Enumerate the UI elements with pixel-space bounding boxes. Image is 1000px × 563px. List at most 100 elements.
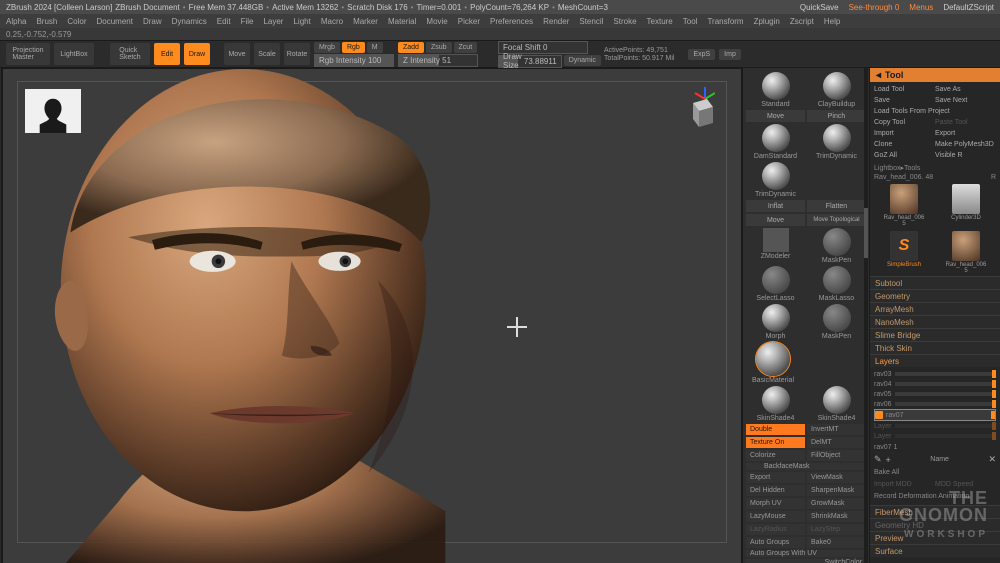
menu-item[interactable]: Texture [647,17,673,26]
section-nanomesh[interactable]: NanoMesh [870,315,1000,328]
tool-cylinder3d[interactable]: Cylinder3D [936,184,996,227]
loadproject-button[interactable]: Load Tools From Project [874,106,996,117]
sharpenmask-button[interactable]: SharpenMask [807,485,866,496]
mrgb-chip[interactable]: Mrgb [314,42,340,53]
material-basic[interactable]: BasicMaterial [746,342,800,384]
brush-trimdynamic2[interactable]: TrimDynamic [746,162,805,198]
tool-panel-header[interactable]: ◂Tool [870,68,1000,82]
menu-item[interactable]: Zplugin [754,17,780,26]
m-chip[interactable]: M [367,42,383,53]
menu-item[interactable]: Marker [353,17,378,26]
layer-new-icon[interactable]: ✎ [874,454,882,465]
z-intensity-slider[interactable]: Z Intensity 51 [398,54,478,67]
export-button2[interactable]: Export [935,128,996,139]
brush-selectlasso[interactable]: SelectLasso [746,266,805,302]
import-button[interactable]: Import [874,128,935,139]
menu-item[interactable]: Dynamics [172,17,207,26]
section-surface[interactable]: Surface [870,544,1000,557]
layer-row[interactable]: rav06 [874,399,996,409]
brush-move-btn[interactable]: Move [746,110,805,122]
export-button[interactable]: Export [746,472,805,483]
bake0-button[interactable]: Bake0 [807,537,866,548]
menu-item[interactable]: Tool [683,17,698,26]
layer-row[interactable]: Layer [874,431,996,441]
draw-button[interactable]: Draw [184,43,210,65]
menu-item[interactable]: Edit [217,17,231,26]
lazystep-button[interactable]: LazyStep [807,524,866,535]
rotate-button[interactable]: Rotate [284,43,310,65]
section-layers[interactable]: Layers [870,354,1000,367]
menu-item[interactable]: Layer [263,17,283,26]
mat-skinshade4b[interactable]: SkinShade4 [807,386,866,422]
save-button[interactable]: Save [874,95,935,106]
layer-row[interactable]: rav05 [874,389,996,399]
brush-maskpen[interactable]: MaskPen [807,228,866,264]
menu-item[interactable]: Alpha [6,17,26,26]
quicksketch-button[interactable]: Quick Sketch [110,43,150,65]
saveas-button[interactable]: Save As [935,84,996,95]
brush-pinch-btn[interactable]: Pinch [807,110,866,122]
menu-item[interactable]: Document [97,17,133,26]
menu-item[interactable]: Stencil [579,17,603,26]
clone-button[interactable]: Clone [874,139,935,150]
layer-dup-icon[interactable]: + [886,455,891,465]
menus-toggle[interactable]: Menus [909,3,933,12]
imp-button[interactable]: Imp [719,49,741,60]
autogroups-uv-button[interactable]: Auto Groups With UV [746,550,866,557]
layer-del-icon[interactable]: ✕ [988,454,996,465]
section-thickskin[interactable]: Thick Skin [870,341,1000,354]
bakeall-button[interactable]: Bake All [874,469,935,479]
autogroups-button[interactable]: Auto Groups [746,537,805,548]
section-arraymesh[interactable]: ArrayMesh [870,302,1000,315]
projection-master-button[interactable]: Projection Master [6,43,50,65]
menu-item[interactable]: Macro [321,17,343,26]
invertmt-button[interactable]: InvertMT [807,424,866,435]
menu-item[interactable]: Stroke [613,17,636,26]
brush-scrollbar[interactable] [864,68,868,563]
layer-row[interactable]: Layer [874,421,996,431]
delhidden-button[interactable]: Del Hidden [746,485,805,496]
menu-item[interactable]: Material [388,17,416,26]
menu-item[interactable]: Draw [143,17,162,26]
section-subtool[interactable]: Subtool [870,276,1000,289]
brush-maskpen2[interactable]: MaskPen [807,304,866,340]
zadd-chip[interactable]: Zadd [398,42,424,53]
makepolymesh-button[interactable]: Make PolyMesh3D [935,139,996,150]
zsub-chip[interactable]: Zsub [426,42,452,53]
brush-movetopo[interactable]: Move Topological [807,214,866,226]
menu-item[interactable]: Picker [458,17,480,26]
brush-zmodeler[interactable]: ZModeler [746,228,805,264]
layer-row[interactable]: rav03 [874,369,996,379]
brush-claybuildup[interactable]: ClayBuildup [807,72,866,108]
default-script[interactable]: DefaultZScript [943,3,994,12]
pastetool-button[interactable]: Paste Tool [935,117,996,128]
layer-row[interactable]: rav04 [874,379,996,389]
seethrough-slider[interactable]: See-through 0 [849,3,900,12]
menu-item[interactable]: Movie [426,17,447,26]
savenext-button[interactable]: Save Next [935,95,996,106]
edit-button[interactable]: Edit [154,43,180,65]
lazyradius-button[interactable]: LazyRadius [746,524,805,535]
goz-button[interactable]: GoZ All [874,150,935,161]
fillobject-button[interactable]: FillObject [807,450,866,461]
tool-ravhead2[interactable]: Rav_head_0065 [936,231,996,274]
brush-masklasso[interactable]: MaskLasso [807,266,866,302]
menu-item[interactable]: Transform [707,17,743,26]
visible-button[interactable]: Visible R [935,150,996,161]
rgb-chip[interactable]: Rgb [342,42,365,53]
quicksave-button[interactable]: QuickSave [800,3,839,12]
viewport[interactable] [2,68,742,563]
menu-item[interactable]: Color [67,17,86,26]
brush-move2[interactable]: Move [746,214,805,226]
textureon-toggle[interactable]: Texture On [746,437,805,448]
tool-breadcrumb[interactable]: Lightbox▸Tools [870,163,1000,173]
shrinkmask-button[interactable]: ShrinkMask [807,511,866,522]
section-slimebridge[interactable]: Slime Bridge [870,328,1000,341]
scale-button[interactable]: Scale [254,43,280,65]
menu-item[interactable]: Preferences [490,17,533,26]
brush-damstandard[interactable]: DamStandard [746,124,805,160]
zcut-chip[interactable]: Zcut [454,42,478,53]
brush-inflat[interactable]: Inflat [746,200,805,212]
switchcolor-button[interactable]: SwitchColor [746,559,866,563]
draw-size-slider[interactable]: Draw Size 73.88911 [498,55,562,68]
